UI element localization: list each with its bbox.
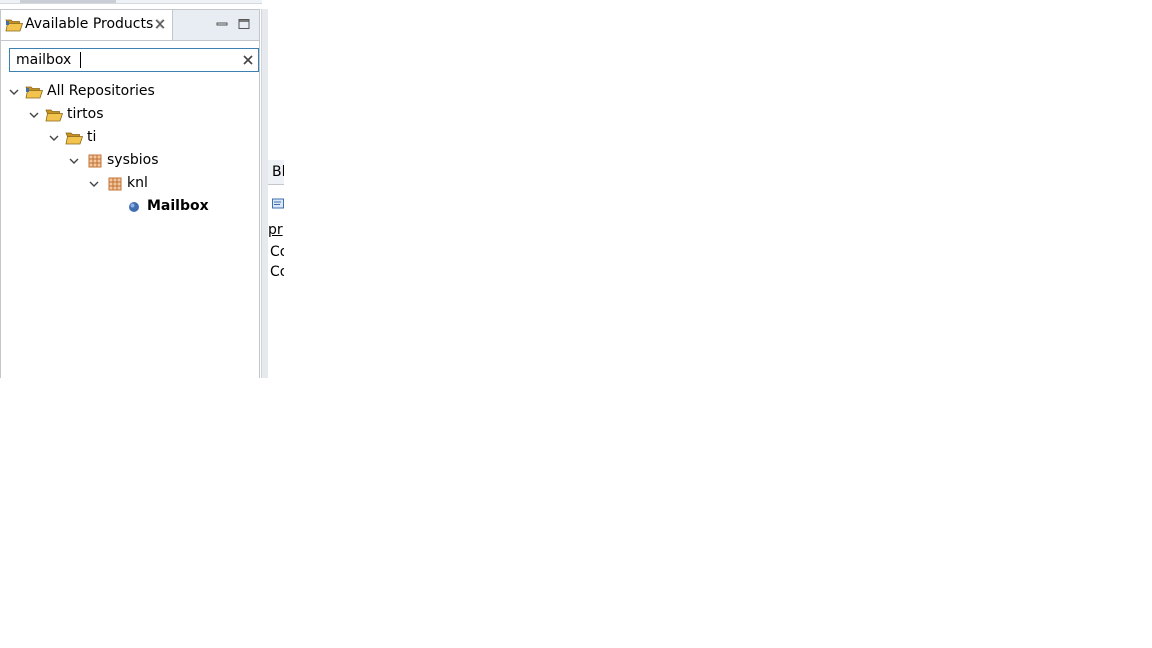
package-icon: [108, 177, 122, 191]
tab-available-products[interactable]: Available Products: [1, 10, 173, 40]
right-line-1[interactable]: pr: [268, 222, 283, 238]
chevron-down-icon[interactable]: [29, 110, 39, 120]
tree-node-label: sysbios: [107, 152, 159, 168]
view-tab-bar: Available Products: [1, 10, 259, 41]
minimize-icon[interactable]: [216, 18, 228, 30]
tree-node-label: knl: [127, 175, 148, 191]
folder-open-icon: [45, 109, 63, 122]
top-toolbar-strip: [0, 0, 262, 4]
package-icon: [88, 154, 102, 168]
folder-open-icon: [25, 86, 43, 99]
right-editor-stub: Bl pr Co Co: [268, 160, 284, 284]
folder-open-icon: [5, 19, 23, 32]
tree-node-sysbios[interactable]: sysbios: [1, 150, 259, 173]
console-icon: [272, 198, 284, 209]
tree-node-label: All Repositories: [47, 83, 155, 99]
tree-node-mailbox[interactable]: Mailbox: [1, 196, 259, 219]
tree-node-label: ti: [87, 129, 97, 145]
tab-title: Available Products: [25, 16, 154, 32]
right-line-2: Co: [270, 244, 284, 260]
tree-node-ti[interactable]: ti: [1, 127, 259, 150]
chevron-down-icon[interactable]: [89, 179, 99, 189]
right-tab-label: Bl: [272, 164, 284, 180]
vertical-sash[interactable]: [261, 9, 268, 378]
top-separator: [0, 3, 262, 4]
folder-open-icon: [65, 132, 83, 145]
available-products-view: Available Products mailbox All Repositor…: [0, 9, 260, 378]
close-icon[interactable]: [154, 18, 166, 30]
clear-x-icon[interactable]: [242, 54, 254, 66]
tree-node-label: Mailbox: [147, 198, 209, 214]
search-box[interactable]: [9, 48, 259, 72]
module-dot-icon: [129, 202, 139, 212]
right-line-3: Co: [270, 264, 284, 280]
tree-node-all-repositories[interactable]: All Repositories: [1, 81, 259, 104]
chevron-down-icon[interactable]: [9, 87, 19, 97]
right-tab[interactable]: Bl: [268, 160, 284, 185]
tree-node-knl[interactable]: knl: [1, 173, 259, 196]
search-input[interactable]: [10, 49, 242, 71]
maximize-icon[interactable]: [238, 18, 250, 30]
text-caret: [80, 52, 81, 68]
chevron-down-icon[interactable]: [49, 133, 59, 143]
tree-node-label: tirtos: [67, 106, 104, 122]
tree-node-tirtos[interactable]: tirtos: [1, 104, 259, 127]
chevron-down-icon[interactable]: [69, 156, 79, 166]
